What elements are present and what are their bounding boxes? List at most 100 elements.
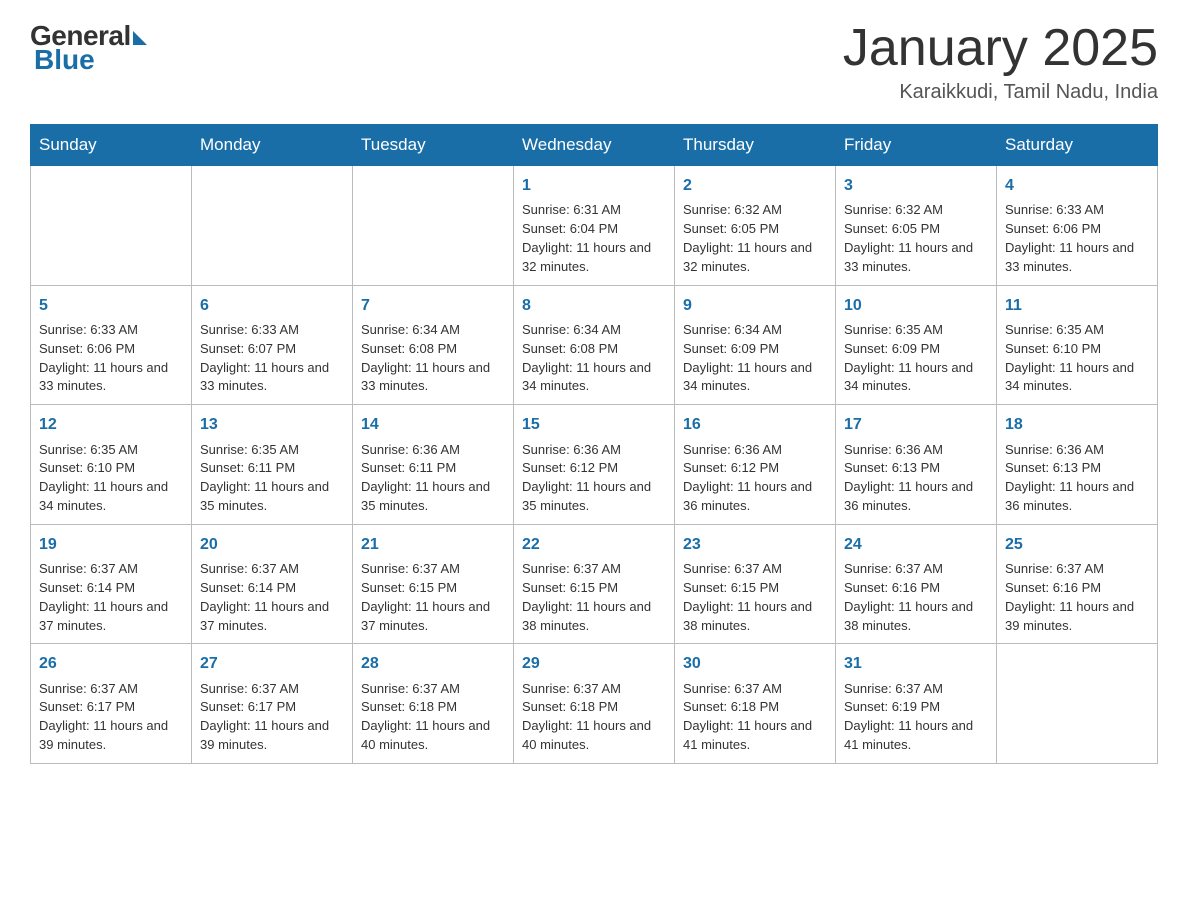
day-of-week-header: Tuesday <box>353 125 514 166</box>
day-of-week-header: Friday <box>836 125 997 166</box>
day-number: 4 <box>1005 174 1149 197</box>
day-info-text: Sunset: 6:13 PM <box>1005 459 1149 478</box>
day-info-text: Daylight: 11 hours and 36 minutes. <box>683 478 827 516</box>
calendar-cell: 18Sunrise: 6:36 AMSunset: 6:13 PMDayligh… <box>997 405 1158 525</box>
day-number: 8 <box>522 294 666 317</box>
day-info-text: Sunset: 6:04 PM <box>522 220 666 239</box>
calendar-cell: 8Sunrise: 6:34 AMSunset: 6:08 PMDaylight… <box>514 285 675 405</box>
day-info-text: Sunrise: 6:34 AM <box>361 321 505 340</box>
day-number: 31 <box>844 652 988 675</box>
calendar-cell: 4Sunrise: 6:33 AMSunset: 6:06 PMDaylight… <box>997 166 1158 286</box>
calendar-cell: 7Sunrise: 6:34 AMSunset: 6:08 PMDaylight… <box>353 285 514 405</box>
day-info-text: Daylight: 11 hours and 33 minutes. <box>844 239 988 277</box>
calendar-cell: 12 Sunrise: 6:35 AMSunset: 6:10 PMDayligh… <box>31 405 192 525</box>
day-number: 22 <box>522 533 666 556</box>
calendar-cell: 24Sunrise: 6:37 AMSunset: 6:16 PMDayligh… <box>836 524 997 644</box>
calendar-week-row: 26Sunrise: 6:37 AMSunset: 6:17 PMDayligh… <box>31 644 1158 764</box>
day-number: 6 <box>200 294 344 317</box>
day-info-text: Daylight: 11 hours and 39 minutes. <box>200 717 344 755</box>
day-info-text: Sunset: 6:19 PM <box>844 698 988 717</box>
day-info-text: Sunrise: 6:34 AM <box>683 321 827 340</box>
day-number: 14 <box>361 413 505 436</box>
day-info-text: Sunrise: 6:37 AM <box>39 680 183 699</box>
day-info-text: Sunrise: 6:35 AM <box>39 441 183 460</box>
day-info-text: Daylight: 11 hours and 40 minutes. <box>361 717 505 755</box>
day-info-text: Daylight: 11 hours and 41 minutes. <box>844 717 988 755</box>
day-info-text: Daylight: 11 hours and 37 minutes. <box>200 598 344 636</box>
day-info-text: Sunset: 6:05 PM <box>683 220 827 239</box>
day-info-text: Daylight: 11 hours and 34 minutes. <box>39 478 183 516</box>
day-number: 12 <box>39 413 183 436</box>
day-info-text: Sunset: 6:08 PM <box>522 340 666 359</box>
location-subtitle: Karaikkudi, Tamil Nadu, India <box>843 81 1158 104</box>
day-info-text: Daylight: 11 hours and 35 minutes. <box>361 478 505 516</box>
day-info-text: Daylight: 11 hours and 34 minutes. <box>1005 359 1149 397</box>
day-of-week-header: Monday <box>192 125 353 166</box>
calendar-cell: 16Sunrise: 6:36 AMSunset: 6:12 PMDayligh… <box>675 405 836 525</box>
day-info-text: Sunrise: 6:37 AM <box>844 680 988 699</box>
calendar-cell: 10Sunrise: 6:35 AMSunset: 6:09 PMDayligh… <box>836 285 997 405</box>
calendar-cell: 11Sunrise: 6:35 AMSunset: 6:10 PMDayligh… <box>997 285 1158 405</box>
day-number: 7 <box>361 294 505 317</box>
calendar-cell: 27Sunrise: 6:37 AMSunset: 6:17 PMDayligh… <box>192 644 353 764</box>
day-info-text: Daylight: 11 hours and 39 minutes. <box>39 717 183 755</box>
day-info-text: Sunset: 6:05 PM <box>844 220 988 239</box>
day-number: 3 <box>844 174 988 197</box>
day-info-text: Sunrise: 6:35 AM <box>844 321 988 340</box>
day-info-text: Daylight: 11 hours and 33 minutes. <box>361 359 505 397</box>
calendar-cell: 31 Sunrise: 6:37 AMSunset: 6:19 PMDayligh… <box>836 644 997 764</box>
day-info-text: Sunset: 6:18 PM <box>522 698 666 717</box>
logo: General Blue <box>30 20 147 76</box>
calendar-week-row: 1Sunrise: 6:31 AMSunset: 6:04 PMDaylight… <box>31 166 1158 286</box>
day-info-text: Daylight: 11 hours and 37 minutes. <box>361 598 505 636</box>
calendar-cell <box>353 166 514 286</box>
calendar-cell: 25Sunrise: 6:37 AMSunset: 6:16 PMDayligh… <box>997 524 1158 644</box>
day-number: 26 <box>39 652 183 675</box>
day-info-text: Daylight: 11 hours and 33 minutes. <box>200 359 344 397</box>
day-number: 24 <box>844 533 988 556</box>
day-of-week-header: Saturday <box>997 125 1158 166</box>
day-info-text: Sunrise: 6:37 AM <box>683 560 827 579</box>
month-title: January 2025 <box>843 20 1158 77</box>
day-info-text: Sunset: 6:10 PM <box>39 459 183 478</box>
day-info-text: Daylight: 11 hours and 41 minutes. <box>683 717 827 755</box>
day-of-week-header: Wednesday <box>514 125 675 166</box>
day-info-text: Sunset: 6:09 PM <box>683 340 827 359</box>
day-info-text: Sunset: 6:15 PM <box>683 579 827 598</box>
calendar-table: SundayMondayTuesdayWednesdayThursdayFrid… <box>30 124 1158 764</box>
day-number: 17 <box>844 413 988 436</box>
day-number: 15 <box>522 413 666 436</box>
day-info-text: Sunrise: 6:33 AM <box>39 321 183 340</box>
calendar-cell: 22Sunrise: 6:37 AMSunset: 6:15 PMDayligh… <box>514 524 675 644</box>
calendar-cell: 30Sunrise: 6:37 AMSunset: 6:18 PMDayligh… <box>675 644 836 764</box>
day-info-text: Sunrise: 6:37 AM <box>1005 560 1149 579</box>
day-info-text: Sunset: 6:14 PM <box>39 579 183 598</box>
day-info-text: Daylight: 11 hours and 34 minutes. <box>683 359 827 397</box>
calendar-cell <box>31 166 192 286</box>
calendar-cell: 20Sunrise: 6:37 AMSunset: 6:14 PMDayligh… <box>192 524 353 644</box>
day-info-text: Sunrise: 6:35 AM <box>1005 321 1149 340</box>
calendar-cell: 15Sunrise: 6:36 AMSunset: 6:12 PMDayligh… <box>514 405 675 525</box>
title-area: January 2025 Karaikkudi, Tamil Nadu, Ind… <box>843 20 1158 104</box>
day-info-text: Sunset: 6:12 PM <box>522 459 666 478</box>
calendar-cell: 23Sunrise: 6:37 AMSunset: 6:15 PMDayligh… <box>675 524 836 644</box>
day-number: 19 <box>39 533 183 556</box>
day-info-text: Sunrise: 6:37 AM <box>39 560 183 579</box>
calendar-cell: 19Sunrise: 6:37 AMSunset: 6:14 PMDayligh… <box>31 524 192 644</box>
day-info-text: Sunset: 6:10 PM <box>1005 340 1149 359</box>
calendar-cell: 6Sunrise: 6:33 AMSunset: 6:07 PMDaylight… <box>192 285 353 405</box>
day-info-text: Daylight: 11 hours and 39 minutes. <box>1005 598 1149 636</box>
day-info-text: Daylight: 11 hours and 33 minutes. <box>39 359 183 397</box>
day-number: 23 <box>683 533 827 556</box>
calendar-cell: 1Sunrise: 6:31 AMSunset: 6:04 PMDaylight… <box>514 166 675 286</box>
calendar-cell: 3Sunrise: 6:32 AMSunset: 6:05 PMDaylight… <box>836 166 997 286</box>
day-info-text: Sunrise: 6:33 AM <box>1005 201 1149 220</box>
day-info-text: Sunrise: 6:37 AM <box>522 560 666 579</box>
calendar-cell <box>192 166 353 286</box>
day-info-text: Sunrise: 6:37 AM <box>361 680 505 699</box>
day-info-text: Daylight: 11 hours and 32 minutes. <box>522 239 666 277</box>
day-number: 20 <box>200 533 344 556</box>
day-info-text: Sunset: 6:13 PM <box>844 459 988 478</box>
day-info-text: Sunrise: 6:37 AM <box>522 680 666 699</box>
day-info-text: Sunrise: 6:36 AM <box>844 441 988 460</box>
